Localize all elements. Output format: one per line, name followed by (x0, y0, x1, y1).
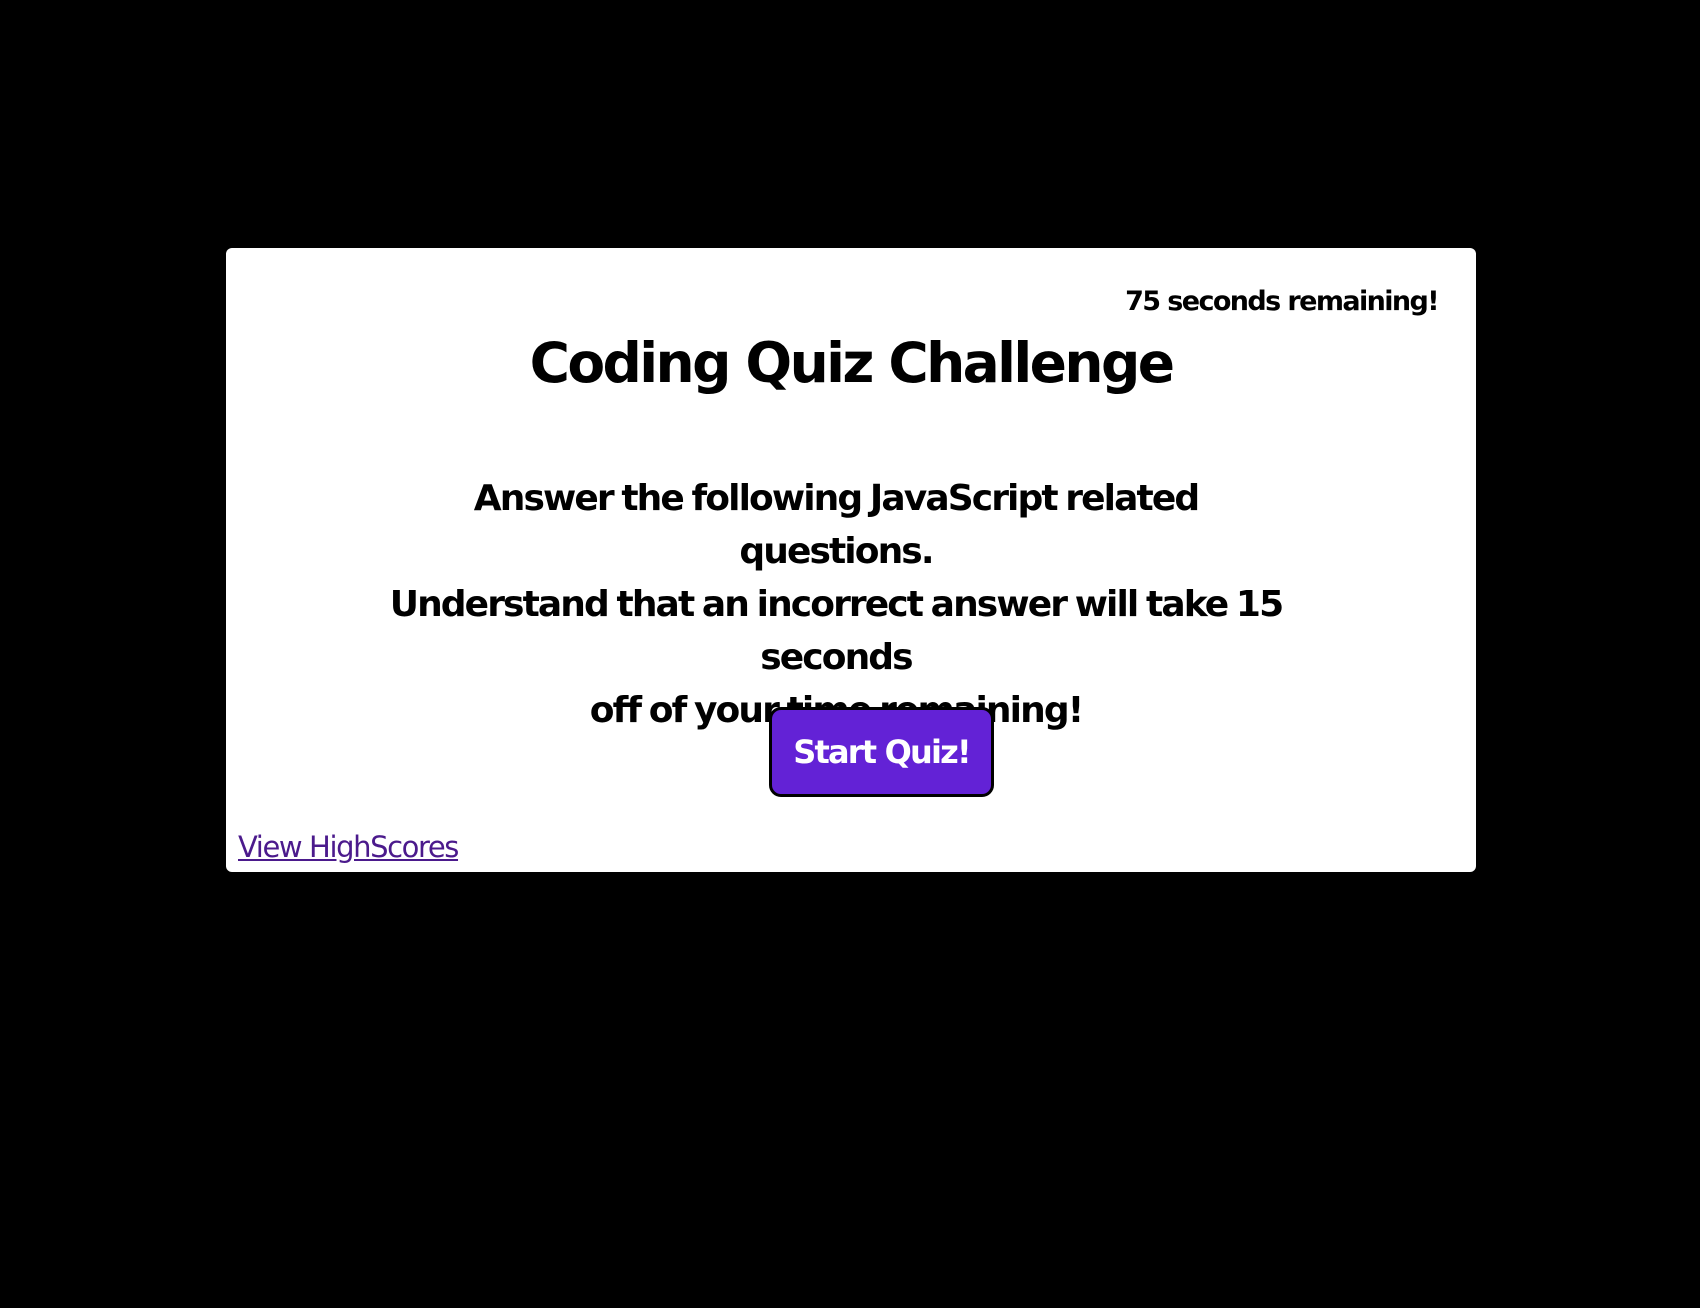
quiz-card: 75 seconds remaining! Coding Quiz Challe… (226, 248, 1476, 872)
start-quiz-button[interactable]: Start Quiz! (769, 707, 994, 797)
quiz-instructions: Answer the following JavaScript related … (381, 472, 1291, 737)
view-highscores-link[interactable]: View HighScores (238, 830, 459, 864)
timer-display: 75 seconds remaining! (1125, 286, 1440, 317)
page-title: Coding Quiz Challenge (529, 331, 1175, 395)
page-background: { "quiz": { "timer_text": "75 seconds re… (0, 0, 1700, 1308)
instructions-line-1: Answer the following JavaScript related … (473, 478, 1200, 572)
instructions-line-2: Understand that an incorrect answer will… (389, 584, 1284, 678)
